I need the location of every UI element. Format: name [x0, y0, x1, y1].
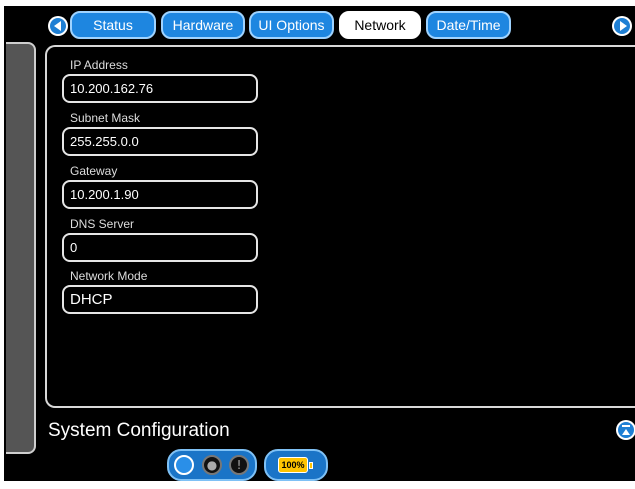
lock-icon[interactable]: ●	[202, 455, 222, 475]
tab-date-time[interactable]: Date/Time	[426, 11, 511, 39]
collapse-button[interactable]	[616, 420, 635, 440]
bottom-frame	[0, 481, 635, 489]
prev-tab-button[interactable]	[48, 16, 68, 36]
top-frame	[0, 0, 635, 6]
battery-indicator[interactable]: 100%	[264, 449, 328, 481]
gateway-field[interactable]: 10.200.1.90	[62, 180, 258, 209]
side-panel-handle[interactable]	[6, 42, 36, 454]
tab-status[interactable]: Status	[70, 11, 156, 39]
network-mode-label: Network Mode	[70, 269, 148, 283]
subnet-mask-field[interactable]: 255.255.0.0	[62, 127, 258, 156]
tab-ui-options[interactable]: UI Options	[249, 11, 334, 39]
chevron-right-icon	[614, 18, 630, 34]
network-mode-select[interactable]: DHCP	[62, 285, 258, 314]
alert-icon[interactable]: !	[229, 455, 249, 475]
tab-network[interactable]: Network	[339, 11, 421, 39]
status-indicators: ● !	[167, 449, 257, 481]
ip-address-label: IP Address	[70, 58, 128, 72]
status-indicator[interactable]	[174, 455, 194, 475]
battery-icon: 100%	[278, 457, 308, 473]
tab-hardware[interactable]: Hardware	[161, 11, 245, 39]
battery-tip	[309, 462, 313, 469]
subnet-mask-label: Subnet Mask	[70, 111, 141, 125]
dns-server-label: DNS Server	[70, 217, 135, 231]
gateway-label: Gateway	[70, 164, 118, 178]
ip-address-field[interactable]: 10.200.162.76	[62, 74, 258, 103]
battery-label: 100%	[281, 460, 305, 470]
dns-server-field[interactable]: 0	[62, 233, 258, 262]
collapse-icon	[618, 422, 634, 438]
section-title: System Configuration	[48, 420, 230, 441]
next-tab-button[interactable]	[612, 16, 632, 36]
chevron-left-icon	[50, 18, 66, 34]
left-frame	[0, 0, 4, 489]
